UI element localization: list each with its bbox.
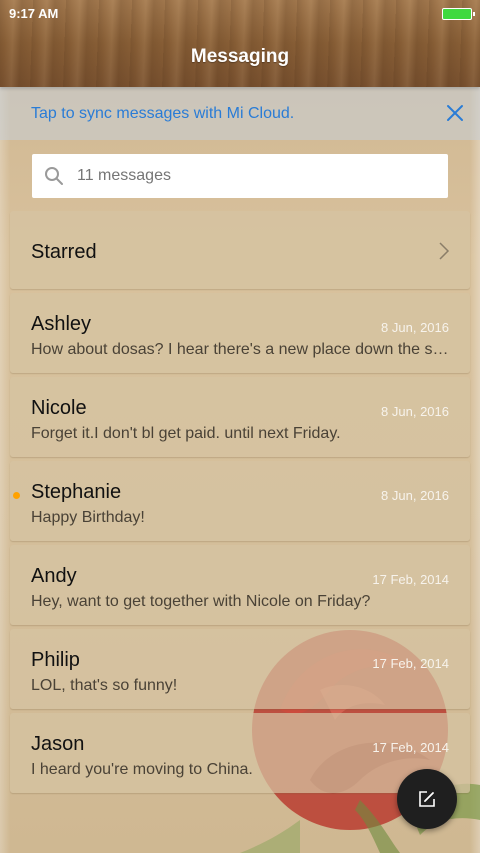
contact-name: Ashley: [31, 313, 92, 335]
conversation-row[interactable]: Ashley 8 Jun, 2016 How about dosas? I he…: [10, 293, 470, 373]
message-preview: Forget it.I don't bl get paid. until nex…: [31, 425, 341, 442]
contact-name: Andy: [31, 565, 77, 587]
chevron-right-icon: [439, 242, 450, 260]
close-icon[interactable]: [444, 102, 466, 124]
message-preview: Hey, want to get together with Nicole on…: [31, 593, 371, 610]
page-title: Messaging: [190, 46, 290, 67]
app-header: 9:17 AM Messaging: [0, 0, 480, 87]
conversation-row[interactable]: Philip 17 Feb, 2014 LOL, that's so funny…: [10, 629, 470, 709]
compose-button[interactable]: [397, 769, 457, 829]
contact-name: Nicole: [31, 397, 87, 419]
contact-name: Philip: [31, 649, 80, 671]
message-preview: Happy Birthday!: [31, 509, 145, 526]
message-date: 8 Jun, 2016: [381, 404, 449, 419]
conversation-row[interactable]: Nicole 8 Jun, 2016 Forget it.I don't bl …: [10, 377, 470, 457]
message-date: 17 Feb, 2014: [372, 656, 449, 671]
compose-icon: [419, 791, 435, 807]
message-preview: How about dosas? I hear there's a new pl…: [31, 341, 451, 358]
starred-label: Starred: [31, 241, 97, 263]
message-date: 8 Jun, 2016: [381, 488, 449, 503]
message-preview: LOL, that's so funny!: [31, 677, 178, 694]
starred-item[interactable]: Starred: [10, 211, 470, 289]
battery-icon: [442, 8, 475, 20]
search-input[interactable]: [77, 154, 427, 198]
message-date: 17 Feb, 2014: [372, 572, 449, 587]
sync-banner-text[interactable]: Tap to sync messages with Mi Cloud.: [31, 105, 294, 123]
conversation-row[interactable]: Jason 17 Feb, 2014 I heard you're moving…: [10, 713, 470, 793]
contact-name: Stephanie: [31, 481, 122, 503]
unread-indicator: [13, 492, 20, 499]
conversation-row[interactable]: Stephanie 8 Jun, 2016 Happy Birthday!: [10, 461, 470, 541]
message-date: 17 Feb, 2014: [372, 740, 449, 755]
conversation-row[interactable]: Andy 17 Feb, 2014 Hey, want to get toget…: [10, 545, 470, 625]
search-icon: [45, 167, 63, 185]
message-date: 8 Jun, 2016: [381, 320, 449, 335]
contact-name: Jason: [31, 733, 85, 755]
message-preview: I heard you're moving to China.: [31, 761, 253, 778]
status-time: 9:17 AM: [9, 6, 59, 21]
sync-banner[interactable]: Tap to sync messages with Mi Cloud.: [0, 87, 480, 140]
search-bar[interactable]: [32, 154, 448, 198]
